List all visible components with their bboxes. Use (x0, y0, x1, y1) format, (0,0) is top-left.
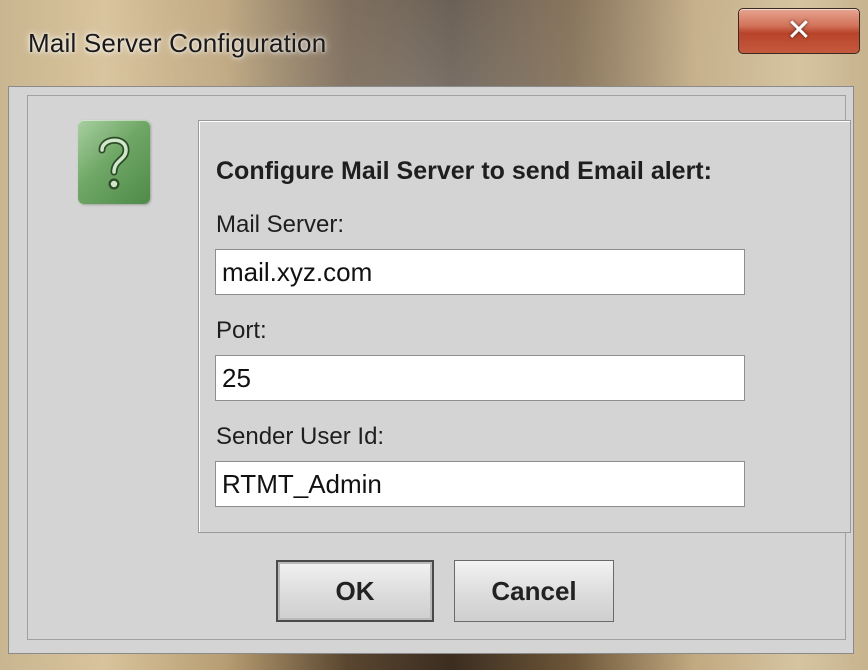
port-input[interactable] (215, 355, 745, 401)
close-icon: ✕ (786, 14, 812, 47)
sender-user-id-label: Sender User Id: (216, 423, 385, 450)
dialog-body: Configure Mail Server to send Email aler… (8, 86, 854, 654)
window-title: Mail Server Configuration (28, 28, 327, 58)
mail-settings-panel: Configure Mail Server to send Email aler… (198, 120, 851, 533)
ok-button[interactable]: OK (276, 560, 434, 622)
panel-heading: Configure Mail Server to send Email aler… (216, 157, 712, 185)
mail-server-input[interactable] (215, 249, 745, 295)
close-button[interactable]: ✕ (738, 8, 860, 54)
question-icon (78, 120, 150, 204)
dialog-window: Mail Server Configuration ✕ Configure Ma… (0, 0, 868, 670)
mail-server-label: Mail Server: (216, 211, 345, 238)
title-bar[interactable]: Mail Server Configuration ✕ (0, 0, 868, 86)
port-label: Port: (216, 317, 267, 344)
cancel-button[interactable]: Cancel (454, 560, 614, 622)
sender-user-id-input[interactable] (215, 461, 745, 507)
dialog-content: Configure Mail Server to send Email aler… (27, 95, 851, 640)
